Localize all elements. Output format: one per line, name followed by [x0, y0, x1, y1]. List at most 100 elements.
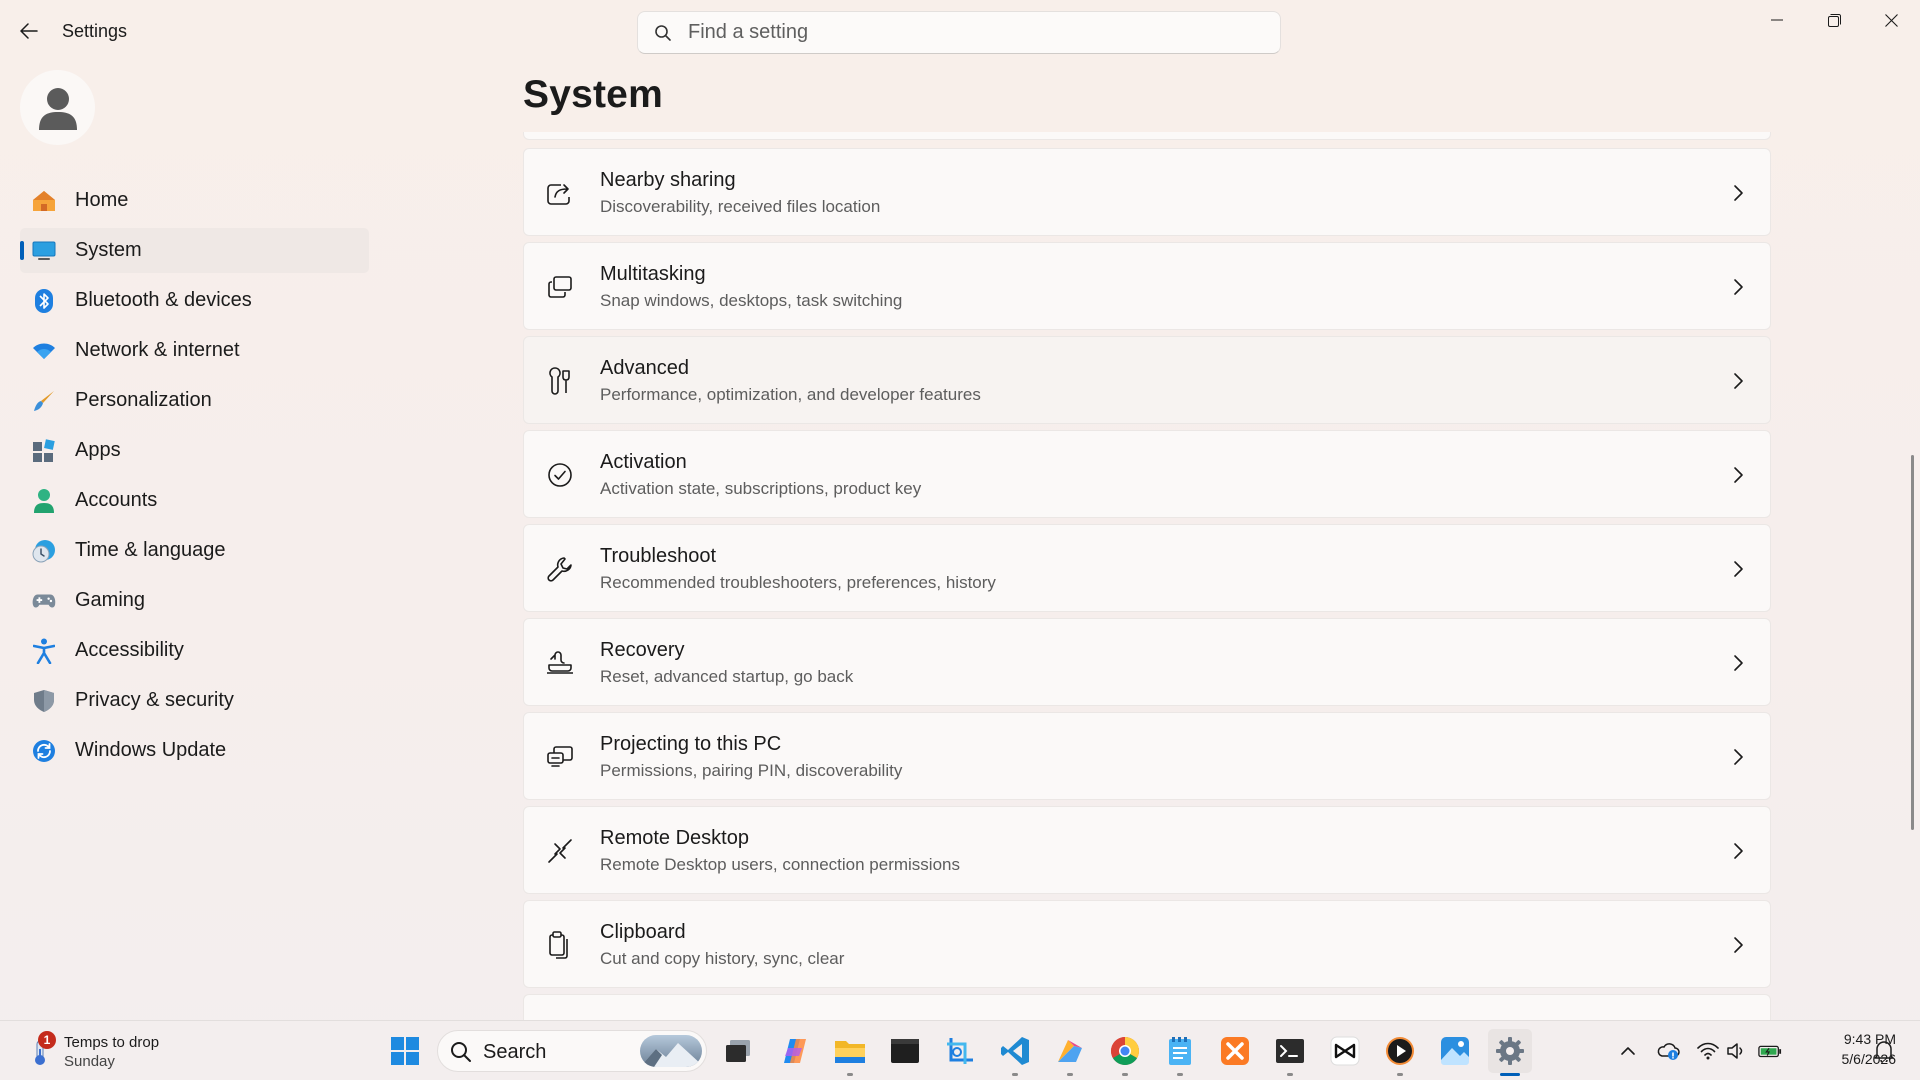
weather-widget[interactable]: 1 Temps to drop Sunday: [24, 1029, 194, 1073]
sidebar-item-gaming[interactable]: Gaming: [20, 578, 369, 623]
taskbar-app-xampp[interactable]: [1213, 1029, 1257, 1073]
taskbar-search-label: Search: [483, 1041, 547, 1063]
card-title: Recovery: [600, 639, 685, 661]
taskbar-app-pen[interactable]: [1048, 1029, 1092, 1076]
running-indicator: [847, 1073, 853, 1076]
advanced-tools-icon: [546, 367, 574, 395]
tray-volume[interactable]: [1725, 1039, 1749, 1063]
taskbar-app-task-view[interactable]: [716, 1029, 760, 1073]
app-title: Settings: [62, 21, 128, 41]
chevron-right-icon: [1734, 655, 1743, 671]
sidebar-item-time-language[interactable]: Time & language: [20, 528, 369, 573]
card-subtitle: Cut and copy history, sync, clear: [600, 949, 845, 968]
card-title: Remote Desktop: [600, 827, 749, 849]
check-circle-icon: [546, 461, 574, 489]
card-clipboard[interactable]: Clipboard Cut and copy history, sync, cl…: [523, 900, 1771, 988]
sidebar-item-home[interactable]: Home: [20, 178, 369, 223]
selection-indicator: [20, 241, 24, 260]
clock-globe-icon: [32, 539, 56, 563]
remote-desktop-icon: [546, 837, 574, 865]
card-activation[interactable]: Activation Activation state, subscriptio…: [523, 430, 1771, 518]
sidebar-item-privacy[interactable]: Privacy & security: [20, 678, 369, 723]
taskbar-app-file-explorer[interactable]: [828, 1029, 872, 1076]
running-indicator: [1177, 1073, 1183, 1076]
sidebar-item-personalization[interactable]: Personalization: [20, 378, 369, 423]
sidebar-item-accessibility[interactable]: Accessibility: [20, 628, 369, 673]
notification-bell-icon: [1874, 1041, 1894, 1062]
taskbar-app-media-player[interactable]: [1378, 1029, 1422, 1076]
running-indicator: [1287, 1073, 1293, 1076]
show-hidden-icons-button[interactable]: [1616, 1039, 1640, 1063]
taskbar-app-photos[interactable]: [1433, 1029, 1477, 1073]
chevron-up-icon: [1621, 1047, 1635, 1055]
taskbar-app-settings[interactable]: [1488, 1029, 1532, 1076]
weather-day: Sunday: [64, 1053, 115, 1070]
card-next-partial[interactable]: [523, 994, 1771, 1020]
running-indicator: [1397, 1073, 1403, 1076]
sidebar-item-windows-update[interactable]: Windows Update: [20, 728, 369, 773]
card-subtitle: Performance, optimization, and developer…: [600, 385, 981, 404]
sidebar-item-label: System: [75, 239, 142, 261]
scrollbar[interactable]: [1911, 455, 1914, 830]
card-title: Projecting to this PC: [600, 733, 782, 755]
onedrive-icon: [1657, 1043, 1680, 1060]
accessibility-icon: [32, 638, 56, 664]
sidebar-item-apps[interactable]: Apps: [20, 428, 369, 473]
taskbar-app-capcut[interactable]: [1323, 1029, 1367, 1073]
taskbar-app-notepad[interactable]: [1158, 1029, 1202, 1076]
card-nearby-sharing[interactable]: Nearby sharing Discoverability, received…: [523, 148, 1771, 236]
taskbar-search[interactable]: Search: [437, 1030, 707, 1072]
taskbar-app-copilot[interactable]: [773, 1029, 817, 1073]
clipboard-icon: [546, 931, 574, 959]
running-indicator: [1122, 1073, 1128, 1076]
card-multitasking[interactable]: Multitasking Snap windows, desktops, tas…: [523, 242, 1771, 330]
close-button[interactable]: [1863, 0, 1919, 40]
tray-network[interactable]: [1696, 1039, 1720, 1063]
start-button[interactable]: [383, 1029, 427, 1073]
card-remote-desktop[interactable]: Remote Desktop Remote Desktop users, con…: [523, 806, 1771, 894]
title-bar: Settings: [0, 0, 1920, 62]
card-recovery[interactable]: Recovery Reset, advanced startup, go bac…: [523, 618, 1771, 706]
sidebar-item-accounts[interactable]: Accounts: [20, 478, 369, 523]
page-title: System: [523, 73, 663, 116]
card-subtitle: Activation state, subscriptions, product…: [600, 479, 922, 498]
restore-button[interactable]: [1806, 0, 1862, 40]
person-avatar-icon: [38, 87, 77, 130]
tray-battery[interactable]: [1758, 1039, 1782, 1063]
close-icon: [1884, 13, 1898, 27]
restore-icon: [1827, 13, 1841, 27]
taskbar-app-terminal-dark[interactable]: [883, 1029, 927, 1073]
system-icon: [32, 239, 56, 263]
notepad-icon: [1169, 1037, 1191, 1065]
sidebar-item-bluetooth[interactable]: Bluetooth & devices: [20, 278, 369, 323]
search-input[interactable]: [688, 12, 1268, 53]
taskbar-app-terminal[interactable]: [1268, 1029, 1312, 1076]
chevron-right-icon: [1734, 749, 1743, 765]
card-title: Multitasking: [600, 263, 706, 285]
bluetooth-icon: [32, 289, 56, 313]
wrench-icon: [546, 555, 574, 583]
card-projecting[interactable]: Projecting to this PC Permissions, pairi…: [523, 712, 1771, 800]
notifications-button[interactable]: [1872, 1039, 1896, 1063]
search-highlight-image: [640, 1035, 702, 1067]
user-avatar[interactable]: [20, 70, 95, 145]
card-troubleshoot[interactable]: Troubleshoot Recommended troubleshooters…: [523, 524, 1771, 612]
sidebar-item-system[interactable]: System: [20, 228, 369, 273]
back-button[interactable]: [14, 16, 44, 46]
previous-card-edge[interactable]: [523, 132, 1771, 140]
tray-onedrive[interactable]: [1656, 1039, 1680, 1063]
taskbar-app-snipping-tool[interactable]: [938, 1029, 982, 1073]
settings-search[interactable]: [637, 11, 1281, 54]
minimize-button[interactable]: [1749, 0, 1805, 40]
chrome-icon: [1111, 1037, 1139, 1065]
sidebar-item-label: Bluetooth & devices: [75, 289, 252, 311]
share-icon: [546, 179, 574, 207]
running-indicator: [1012, 1073, 1018, 1076]
taskbar-app-chrome[interactable]: [1103, 1029, 1147, 1076]
copilot-icon: [784, 1039, 806, 1063]
sidebar-item-label: Gaming: [75, 589, 146, 611]
taskbar-app-vscode[interactable]: [993, 1029, 1037, 1076]
sidebar-item-network[interactable]: Network & internet: [20, 328, 369, 373]
card-advanced[interactable]: Advanced Performance, optimization, and …: [523, 336, 1771, 424]
home-icon: [32, 189, 56, 213]
